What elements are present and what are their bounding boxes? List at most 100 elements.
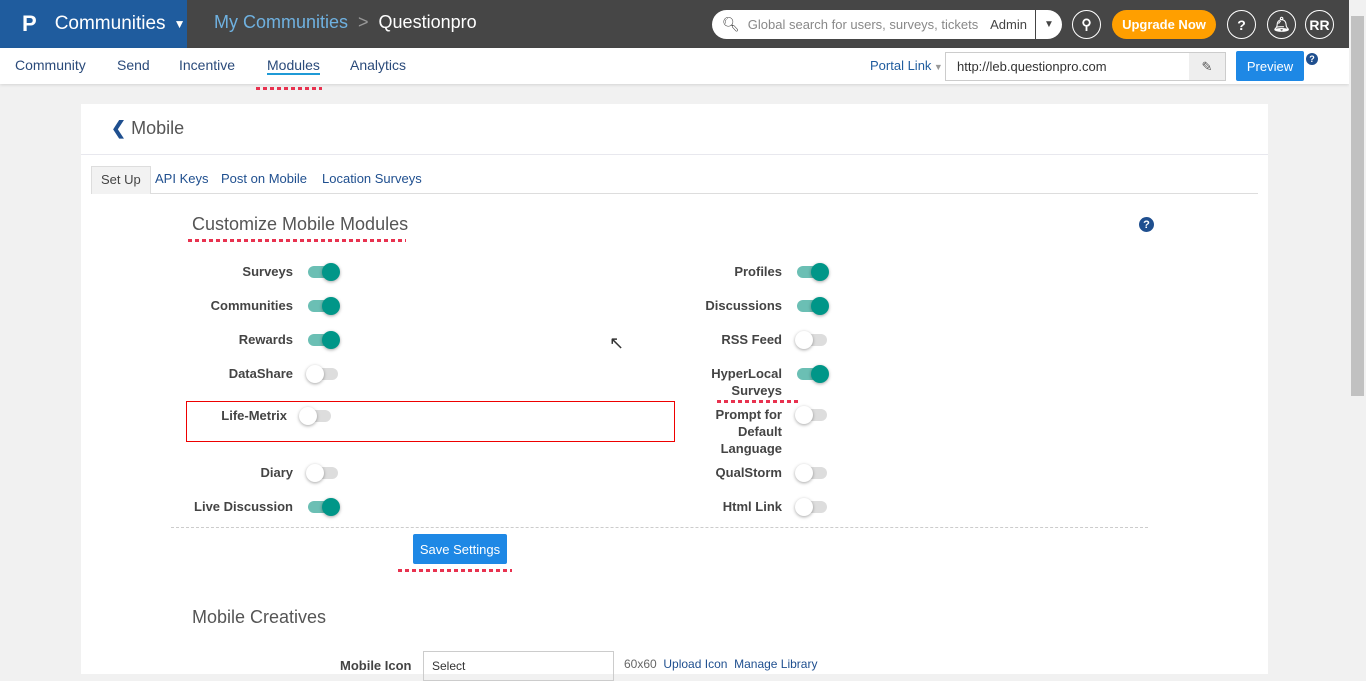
module-label: Communities — [210, 298, 293, 313]
section-title: Customize Mobile Modules — [192, 214, 409, 234]
annotation-underline — [188, 239, 406, 242]
toggle-knob — [322, 331, 340, 349]
pencil-icon[interactable]: ✎ — [1189, 53, 1225, 80]
mouse-cursor-icon: ↖ — [609, 333, 625, 353]
toggle-knob — [795, 406, 813, 424]
nav-modules[interactable]: Modules — [267, 57, 320, 75]
manage-library-link[interactable]: Manage Library — [734, 657, 817, 671]
module-toggle[interactable] — [306, 365, 338, 383]
select-value: Select — [432, 659, 466, 673]
save-settings-button[interactable]: Save Settings — [413, 534, 507, 564]
annotation-underline — [717, 400, 799, 403]
bell-icon: 🔔︎ — [1272, 16, 1291, 32]
divider — [81, 154, 1268, 155]
portal-link-dropdown[interactable]: Portal Link ▼ — [870, 58, 943, 73]
module-toggle[interactable] — [308, 331, 340, 349]
creatives-title: Mobile Creatives — [192, 607, 327, 627]
product-switcher[interactable]: P Communities ▼ — [0, 0, 187, 48]
chevron-down-icon: ▼ — [173, 17, 186, 31]
scrollbar-thumb[interactable] — [1351, 16, 1364, 396]
nav-analytics[interactable]: Analytics — [350, 57, 406, 73]
breadcrumb-current: Questionpro — [378, 12, 477, 32]
product-name: Communities — [54, 13, 166, 34]
breadcrumb-separator-icon: > — [358, 12, 369, 32]
module-label: QualStorm — [715, 465, 782, 480]
nav-community[interactable]: Community — [15, 57, 86, 73]
module-toggle[interactable] — [308, 498, 340, 516]
module-label: Surveys — [242, 264, 293, 279]
help-icon[interactable]: ? — [1306, 53, 1318, 65]
toggle-knob — [811, 365, 829, 383]
module-label: HyperLocal Surveys — [711, 366, 782, 398]
breadcrumb-my-communities[interactable]: My Communities — [214, 12, 348, 32]
module-toggle[interactable] — [795, 464, 827, 482]
nav-incentive[interactable]: Incentive — [179, 57, 235, 73]
search-scope[interactable]: Admin — [990, 10, 1036, 39]
creatives-actions: 60x60 Upload Icon Manage Library — [624, 657, 817, 671]
preview-button[interactable]: Preview — [1236, 51, 1304, 81]
notifications-button[interactable]: 🔔︎ — [1267, 10, 1296, 39]
module-toggle[interactable] — [306, 464, 338, 482]
annotation-underline — [398, 569, 512, 572]
toggle-knob — [306, 365, 324, 383]
annotation-underline — [256, 87, 322, 90]
module-toggle[interactable] — [795, 498, 827, 516]
tab-set-up[interactable]: Set Up — [91, 166, 151, 194]
module-label: Profiles — [734, 264, 782, 279]
search-icon: ⚲ — [1081, 16, 1092, 32]
module-label: Live Discussion — [194, 499, 293, 514]
help-button[interactable]: ? — [1227, 10, 1256, 39]
toggle-knob — [795, 464, 813, 482]
toggle-knob — [322, 297, 340, 315]
portal-url-field[interactable]: http://leb.questionpro.com ✎ — [945, 52, 1226, 81]
module-label: DataShare — [228, 366, 293, 381]
module-toggle[interactable] — [308, 297, 340, 315]
module-label: Discussions — [705, 298, 782, 313]
toggle-knob — [322, 263, 340, 281]
module-toggle[interactable] — [797, 297, 829, 315]
back-to-mobile[interactable]: ❮ Mobile — [111, 118, 184, 139]
upgrade-now-button[interactable]: Upgrade Now — [1112, 10, 1216, 39]
avatar[interactable]: RR — [1305, 10, 1334, 39]
toggle-knob — [811, 263, 829, 281]
questionpro-logo-icon: P — [22, 11, 37, 36]
toggle-knob — [322, 498, 340, 516]
toggle-knob — [306, 464, 324, 482]
module-label: Prompt for Default Language — [715, 407, 782, 456]
module-toggle[interactable] — [795, 406, 827, 424]
module-label: RSS Feed — [721, 332, 782, 347]
tab-location-surveys[interactable]: Location Surveys — [313, 166, 431, 194]
portal-url-value: http://leb.questionpro.com — [957, 59, 1107, 74]
size-hint: 60x60 — [624, 657, 657, 671]
mobile-icon-label: Mobile Icon — [340, 658, 412, 673]
toggle-knob — [795, 331, 813, 349]
highlight-box — [186, 401, 675, 442]
chevron-left-icon: ❮ — [111, 118, 127, 138]
breadcrumb: My Communities > Questionpro — [214, 12, 477, 33]
portal-link-label: Portal Link — [870, 58, 932, 73]
page-title: Mobile — [131, 118, 185, 138]
module-label: Diary — [260, 465, 293, 480]
search-icon: 🔍︎ — [722, 16, 740, 32]
tab-api-keys[interactable]: API Keys — [146, 166, 217, 194]
toggle-knob — [795, 498, 813, 516]
module-label: Rewards — [238, 332, 293, 347]
module-toggle[interactable] — [797, 263, 829, 281]
divider — [171, 527, 1148, 528]
search-button[interactable]: ⚲ — [1072, 10, 1101, 39]
help-icon: ? — [1237, 16, 1246, 33]
tab-post-on-mobile[interactable]: Post on Mobile — [212, 166, 316, 194]
avatar-initials: RR — [1309, 16, 1330, 33]
chevron-down-icon[interactable]: ▼ — [1036, 19, 1062, 30]
module-label: Html Link — [722, 499, 782, 514]
search-input[interactable]: Global search for users, surveys, ticket… — [748, 17, 978, 32]
module-toggle[interactable] — [308, 263, 340, 281]
module-toggle[interactable] — [795, 331, 827, 349]
nav-send[interactable]: Send — [117, 57, 150, 73]
toggle-knob — [811, 297, 829, 315]
module-toggle[interactable] — [797, 365, 829, 383]
help-icon[interactable]: ? — [1139, 217, 1154, 232]
upload-icon-link[interactable]: Upload Icon — [663, 657, 727, 671]
mobile-icon-select[interactable]: Select — [423, 651, 614, 681]
global-search[interactable]: 🔍︎ Global search for users, surveys, tic… — [712, 10, 1062, 39]
